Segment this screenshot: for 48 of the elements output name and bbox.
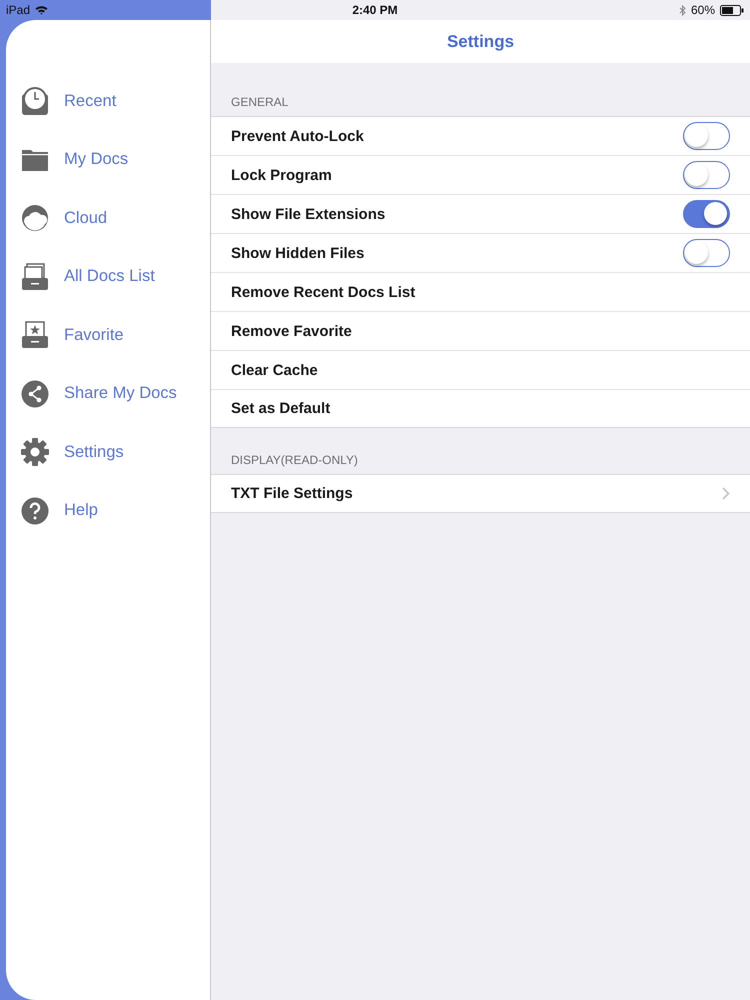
carrier-label: iPad <box>6 3 30 17</box>
settings-row[interactable]: Show File Extensions <box>211 195 750 234</box>
toggle-switch[interactable] <box>683 122 730 150</box>
row-label: Lock Program <box>231 166 332 184</box>
settings-row[interactable]: Remove Recent Docs List <box>211 273 750 312</box>
sidebar-item[interactable]: Share My Docs <box>6 364 210 423</box>
nav-title: Settings <box>446 32 514 52</box>
settings-row[interactable]: Remove Favorite <box>211 312 750 351</box>
bluetooth-icon <box>678 4 686 16</box>
toggle-switch[interactable] <box>683 161 730 189</box>
settings-row[interactable]: Clear Cache <box>211 351 750 390</box>
toggle-switch[interactable] <box>683 200 730 228</box>
settings-icon <box>20 437 50 468</box>
star-tray-icon <box>20 321 50 350</box>
row-label: Show File Extensions <box>231 206 386 222</box>
settings-row[interactable]: TXT File Settings <box>211 475 750 512</box>
sidebar-item[interactable]: Cloud <box>6 189 210 248</box>
clock-icon <box>20 86 50 116</box>
tray-icon <box>20 262 50 291</box>
row-label: Show Hidden Files <box>231 244 364 262</box>
wifi-icon <box>35 5 48 15</box>
settings-row[interactable]: Show Hidden Files <box>211 234 750 273</box>
settings-row[interactable]: Prevent Auto-Lock <box>211 117 750 156</box>
sidebar-item[interactable]: Favorite <box>6 306 210 364</box>
help-icon <box>20 496 50 525</box>
sidebar-item[interactable]: My Docs <box>6 130 210 189</box>
folder-icon <box>20 148 50 172</box>
sidebar-item[interactable]: All Docs List <box>6 248 210 306</box>
battery-percent: 60% <box>690 3 715 17</box>
row-label: Prevent Auto-Lock <box>231 128 364 144</box>
row-label: Clear Cache <box>231 362 318 378</box>
sidebar-item[interactable]: Help <box>6 482 210 540</box>
status-time: 2:40 PM <box>352 3 398 17</box>
share-icon <box>20 380 50 408</box>
sidebar-item[interactable]: Settings <box>6 423 210 482</box>
battery-icon <box>720 4 744 16</box>
row-label: Set as Default <box>231 400 330 417</box>
settings-row[interactable]: Lock Program <box>211 156 750 195</box>
row-label: TXT File Settings <box>231 485 353 502</box>
toggle-switch[interactable] <box>683 239 730 267</box>
cloud-icon <box>20 204 50 232</box>
chevron-icon <box>722 487 730 500</box>
row-label: Remove Favorite <box>231 322 352 340</box>
sidebar-item[interactable]: Recent <box>6 72 210 130</box>
section-header: GENERAL <box>231 95 288 109</box>
section-header: DISPLAY(READ-ONLY) <box>231 453 358 467</box>
settings-row[interactable]: Set as Default <box>211 390 750 427</box>
row-label: Remove Recent Docs List <box>231 284 416 300</box>
